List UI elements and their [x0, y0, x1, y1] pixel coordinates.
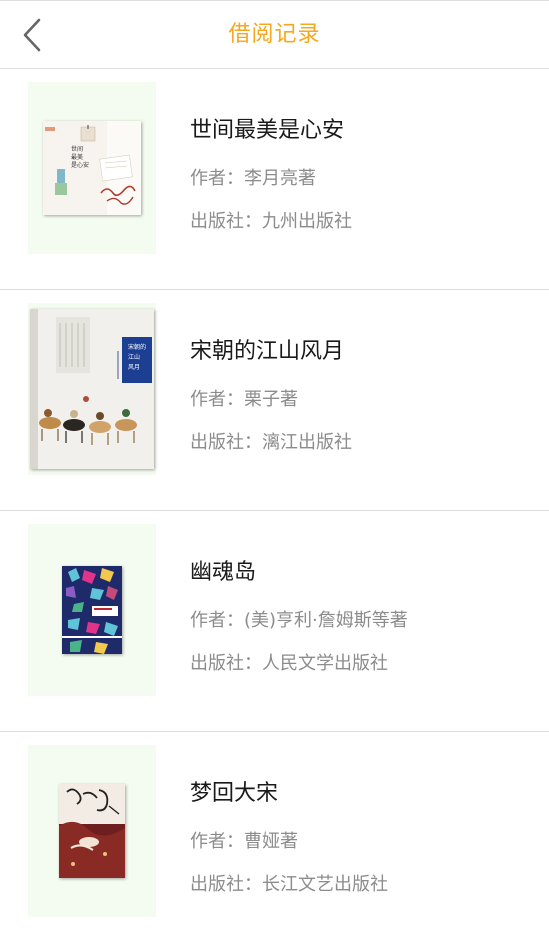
publisher-label: 出版社：	[190, 432, 262, 453]
book-cover-image	[59, 784, 125, 878]
book-cover-image	[62, 566, 122, 654]
svg-text:最美: 最美	[71, 153, 83, 161]
publisher-value: 长江文艺出版社	[262, 874, 388, 895]
svg-text:世间: 世间	[71, 145, 83, 153]
book-cover-image: 世间 最美 是心安	[43, 121, 141, 215]
publisher-label: 出版社：	[190, 653, 262, 674]
book-title: 梦回大宋	[190, 781, 279, 806]
book-title: 幽魂岛	[190, 560, 257, 585]
author-label: 作者：	[190, 610, 244, 631]
publisher-label: 出版社：	[190, 211, 262, 232]
book-author: 作者：曹娅著	[190, 827, 298, 853]
book-cover-frame	[28, 745, 156, 917]
svg-text:风月: 风月	[128, 364, 140, 371]
nav-bar: 借阅记录	[0, 1, 549, 69]
author-value: 曹娅著	[244, 831, 298, 852]
book-title: 世间最美是心安	[190, 118, 345, 143]
svg-text:江山: 江山	[128, 353, 140, 361]
publisher-value: 九州出版社	[262, 211, 352, 232]
author-value: (美)亨利·詹姆斯等著	[244, 610, 408, 631]
svg-text:是心安: 是心安	[71, 161, 89, 169]
book-publisher: 出版社：人民文学出版社	[190, 649, 388, 675]
author-value: 栗子著	[244, 389, 298, 410]
list-item[interactable]: 幽魂岛 作者：(美)亨利·詹姆斯等著 出版社：人民文学出版社	[0, 511, 549, 732]
book-cover-frame	[28, 524, 156, 696]
author-label: 作者：	[190, 831, 244, 852]
publisher-value: 漓江出版社	[262, 432, 352, 453]
book-cover-frame: 宋朝的 江山 风月	[28, 303, 156, 475]
book-publisher: 出版社：漓江出版社	[190, 428, 352, 454]
book-cover-image: 宋朝的 江山 风月	[30, 309, 154, 469]
book-cover-frame: 世间 最美 是心安	[28, 82, 156, 254]
book-author: 作者：(美)亨利·詹姆斯等著	[190, 606, 408, 632]
author-label: 作者：	[190, 168, 244, 189]
book-publisher: 出版社：长江文艺出版社	[190, 870, 388, 896]
page-title: 借阅记录	[228, 22, 321, 47]
list-item[interactable]: 梦回大宋 作者：曹娅著 出版社：长江文艺出版社	[0, 732, 549, 952]
book-author: 作者：栗子著	[190, 385, 298, 411]
borrow-record-list: 世间 最美 是心安 世间最美是心安 作者：李月亮著 出版社：九州出版社 宋朝的 …	[0, 69, 549, 952]
author-value: 李月亮著	[244, 168, 316, 189]
author-label: 作者：	[190, 389, 244, 410]
list-item[interactable]: 宋朝的 江山 风月 宋朝的江山风月 作者：栗子著 出版社：漓江出版社	[0, 290, 549, 511]
book-author: 作者：李月亮著	[190, 164, 316, 190]
svg-text:宋朝的: 宋朝的	[128, 343, 146, 351]
publisher-value: 人民文学出版社	[262, 653, 388, 674]
list-item[interactable]: 世间 最美 是心安 世间最美是心安 作者：李月亮著 出版社：九州出版社	[0, 69, 549, 290]
publisher-label: 出版社：	[190, 874, 262, 895]
book-publisher: 出版社：九州出版社	[190, 207, 352, 233]
book-title: 宋朝的江山风月	[190, 339, 345, 364]
